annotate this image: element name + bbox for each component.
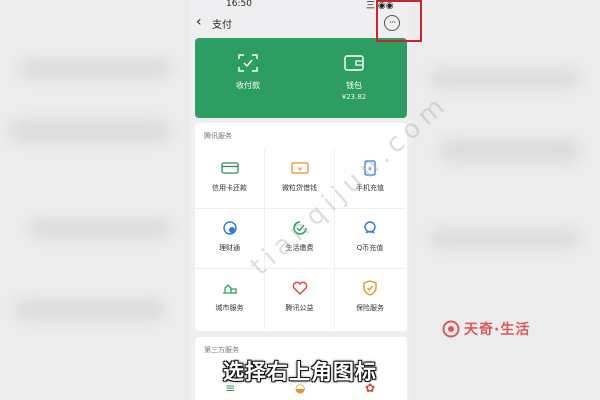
services-title: 腾讯服务	[204, 132, 232, 140]
third-party-title: 第三方服务	[204, 346, 239, 354]
wallet-button[interactable]: 钱包 ¥23.82	[301, 54, 407, 101]
brand-mark-icon	[442, 320, 460, 338]
phone-screen: 16:50 三 ◉◉ ‹ 支付 ··· 收付款 钱包 ¥23.82 腾讯服务 信…	[190, 0, 412, 400]
service-label: 城市服务	[215, 304, 244, 312]
status-time: 16:50	[226, 0, 252, 9]
qcoin-icon	[335, 219, 405, 237]
insurance-icon	[335, 279, 405, 297]
wallet-balance: ¥23.82	[341, 93, 367, 101]
credit-card-icon	[195, 159, 264, 177]
service-charity[interactable]: 腾讯公益	[265, 269, 335, 329]
back-arrow-icon[interactable]: ‹	[196, 14, 202, 30]
service-label: 信用卡还款	[212, 184, 247, 192]
wallet-icon	[301, 54, 407, 72]
service-qcoin[interactable]: Q币充值	[335, 209, 405, 269]
instruction-caption: 选择右上角图标	[223, 360, 377, 384]
wealth-icon	[195, 219, 264, 237]
receive-pay-label: 收付款	[236, 81, 260, 90]
service-label: 腾讯公益	[285, 304, 314, 312]
blurred-background-right	[410, 0, 600, 400]
blurred-background-left	[0, 0, 190, 400]
service-credit-card[interactable]: 信用卡还款	[195, 149, 265, 209]
service-insurance[interactable]: 保险服务	[335, 269, 405, 329]
svg-text:¥: ¥	[297, 166, 302, 174]
receive-pay-button[interactable]: 收付款	[195, 54, 301, 91]
service-label: Q币充值	[356, 244, 384, 252]
more-options-highlight-box	[376, 0, 422, 42]
page-title: 支付	[212, 20, 232, 31]
charity-icon	[265, 279, 334, 297]
brand-logo: 天奇·生活	[442, 318, 530, 340]
scan-frame-icon	[195, 54, 301, 72]
wallet-label: 钱包	[346, 81, 362, 90]
brand-name: 天奇·生活	[464, 322, 531, 338]
payment-card: 收付款 钱包 ¥23.82	[195, 38, 407, 118]
service-label: 保险服务	[356, 304, 384, 312]
loan-icon: ¥	[265, 159, 334, 177]
